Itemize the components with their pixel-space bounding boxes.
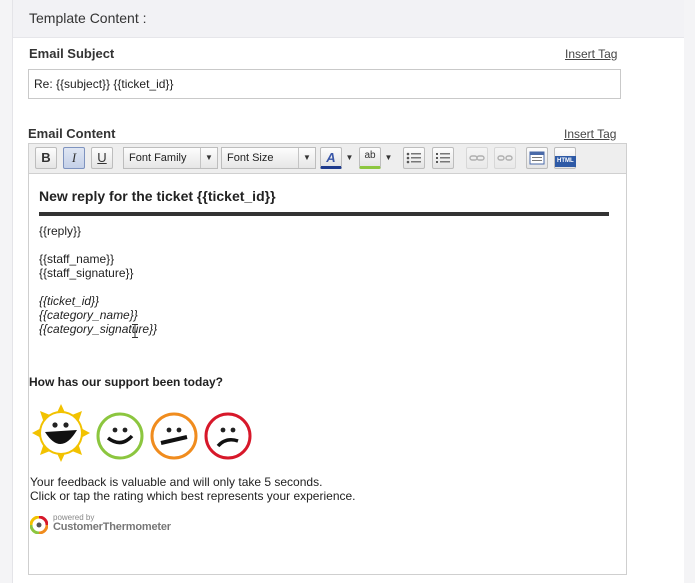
chevron-down-icon: ▼ (200, 148, 217, 168)
unlink-button[interactable] (494, 147, 516, 169)
category-name-placeholder: {{category_name}} (39, 308, 138, 322)
email-subject-input[interactable] (28, 69, 621, 99)
text-cursor-icon (132, 324, 138, 338)
heading-divider (39, 212, 609, 216)
template-block-icon (529, 151, 545, 165)
green-face-icon[interactable] (96, 412, 144, 460)
feedback-line-2: Click or tap the rating which best repre… (30, 489, 356, 503)
editor-toolbar: B I U Font Family ▼ Font Size ▼ A ▼ ab ▼ (29, 144, 626, 174)
red-face-icon[interactable] (204, 412, 252, 460)
unlink-icon (497, 155, 513, 161)
html-source-button[interactable]: HTML (554, 147, 576, 169)
font-family-select[interactable]: Font Family ▼ (123, 147, 218, 169)
email-content-editor[interactable]: B I U Font Family ▼ Font Size ▼ A ▼ ab ▼ (28, 143, 627, 575)
numbered-list-icon (436, 153, 450, 163)
section-title: Template Content : (29, 10, 147, 26)
subject-insert-tag-link[interactable]: Insert Tag (565, 47, 617, 61)
thermometer-logo-icon (30, 516, 48, 534)
italic-button[interactable]: I (63, 147, 85, 169)
powered-by-logo[interactable]: powered by CustomerThermometer (30, 512, 180, 536)
bullet-list-button[interactable] (403, 147, 425, 169)
template-block-button[interactable] (526, 147, 548, 169)
font-size-select[interactable]: Font Size ▼ (221, 147, 316, 169)
content-insert-tag-link[interactable]: Insert Tag (564, 127, 616, 141)
font-color-dropdown-icon[interactable]: ▼ (344, 147, 355, 169)
numbered-list-button[interactable] (432, 147, 454, 169)
highlight-dropdown-icon[interactable]: ▼ (383, 147, 394, 169)
email-subject-label: Email Subject (29, 46, 115, 61)
html-icon: HTML (555, 156, 576, 167)
chevron-down-icon: ▼ (298, 148, 315, 168)
ticket-id-placeholder: {{ticket_id}} (39, 294, 100, 308)
category-signature-placeholder: {{category_signature}} (39, 322, 158, 336)
bold-button[interactable]: B (35, 147, 57, 169)
insert-link-button[interactable] (466, 147, 488, 169)
bullet-list-icon (406, 152, 421, 164)
panel-header: Template Content : (13, 0, 684, 38)
underline-button[interactable]: U (91, 147, 113, 169)
staff-name-placeholder: {{staff_name}} (39, 252, 115, 266)
gold-star-face-icon[interactable] (30, 402, 92, 464)
font-size-label: Font Size (227, 152, 274, 164)
highlight-color-button[interactable]: ab (359, 147, 381, 169)
staff-signature-placeholder: {{staff_signature}} (39, 266, 134, 280)
font-color-button[interactable]: A (320, 147, 342, 169)
survey-question: How has our support been today? (29, 375, 224, 389)
email-heading: New reply for the ticket {{ticket_id}} (39, 188, 276, 204)
reply-placeholder: {{reply}} (39, 224, 82, 238)
email-content-label: Email Content (28, 126, 116, 141)
link-icon (469, 155, 485, 161)
feedback-line-1: Your feedback is valuable and will only … (30, 475, 323, 489)
brand-name: CustomerThermometer (53, 521, 171, 533)
amber-face-icon[interactable] (150, 412, 198, 460)
font-family-label: Font Family (129, 152, 187, 164)
